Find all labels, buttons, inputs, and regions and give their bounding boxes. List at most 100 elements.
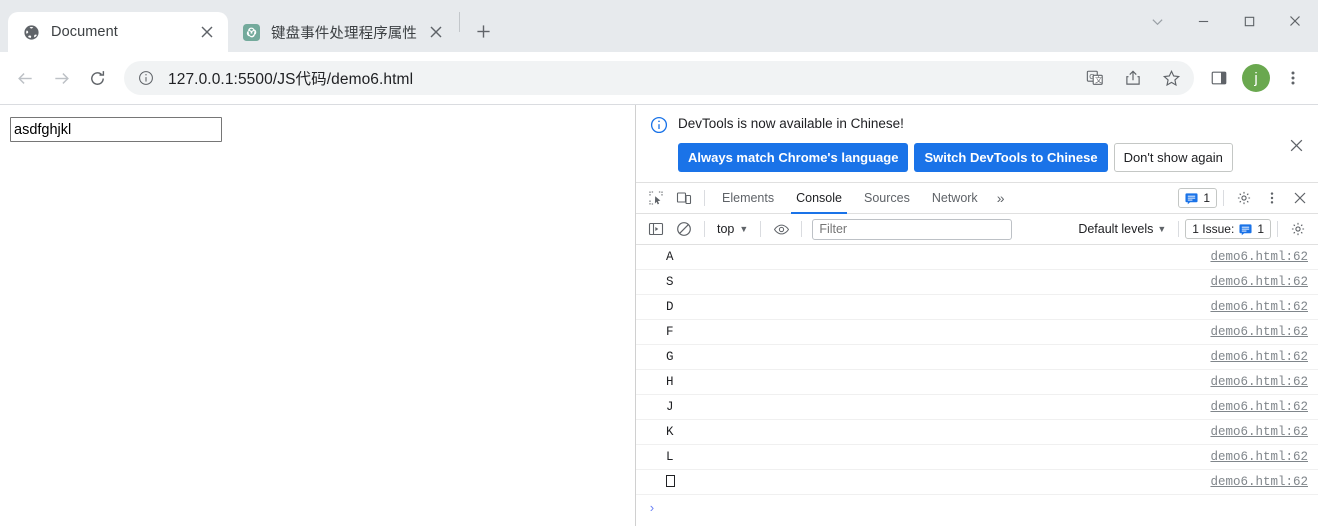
more-tabs-button[interactable]: » (989, 183, 1013, 214)
issue-message-icon (1185, 192, 1198, 204)
banner-body: DevTools is now available in Chinese! Al… (678, 115, 1306, 172)
globe-icon (22, 23, 40, 41)
devtools-language-banner: DevTools is now available in Chinese! Al… (636, 105, 1318, 183)
issue-message-icon (1239, 223, 1252, 235)
clear-console-icon[interactable] (670, 216, 698, 242)
console-message-row[interactable]: Ddemo6.html:62 (636, 295, 1318, 320)
console-source-link[interactable]: demo6.html:62 (1210, 300, 1310, 314)
console-message-text: H (666, 375, 674, 389)
tab-strip: Document 键盘事件处理程序属性 (0, 0, 1318, 52)
reload-button[interactable] (80, 61, 114, 95)
chevron-down-icon: ▼ (739, 224, 749, 234)
translate-icon[interactable]: G 文 (1078, 61, 1112, 95)
browser-tab-document[interactable]: Document (8, 12, 228, 52)
issues-count: 1 (1203, 191, 1210, 205)
share-icon[interactable] (1116, 61, 1150, 95)
divider (704, 190, 705, 206)
side-panel-icon[interactable] (1202, 61, 1236, 95)
console-filter-input[interactable] (812, 218, 1013, 240)
console-message-text: A (666, 250, 674, 264)
device-toolbar-icon[interactable] (670, 185, 698, 211)
browser-menu-button[interactable] (1276, 61, 1310, 95)
context-label: top (717, 222, 735, 236)
tab-network[interactable]: Network (921, 183, 989, 214)
bookmark-star-icon[interactable] (1154, 61, 1188, 95)
browser-tab-keyboard-events[interactable]: 键盘事件处理程序属性 (228, 12, 457, 52)
dont-show-again-button[interactable]: Don't show again (1113, 143, 1233, 172)
console-source-link[interactable]: demo6.html:62 (1210, 275, 1310, 289)
inspect-element-icon[interactable] (642, 185, 670, 211)
switch-devtools-to-chinese-button[interactable]: Switch DevTools to Chinese (914, 143, 1108, 172)
divider (1178, 221, 1180, 237)
console-source-link[interactable]: demo6.html:62 (1210, 475, 1310, 489)
close-icon[interactable] (196, 21, 218, 43)
divider (801, 221, 803, 237)
info-icon (650, 116, 668, 134)
forward-button[interactable] (44, 61, 78, 95)
omnibox-actions: G 文 (1078, 61, 1188, 95)
console-message-row[interactable]: demo6.html:62 (636, 470, 1318, 495)
issues-count: 1 (1257, 222, 1264, 236)
devtools-kebab-menu[interactable] (1258, 185, 1286, 211)
browser-window: Document 键盘事件处理程序属性 127.0.0.1:5500/JS代码/… (0, 0, 1318, 526)
close-devtools-icon[interactable] (1286, 185, 1314, 211)
tab-divider (459, 11, 460, 32)
tab-console[interactable]: Console (785, 183, 853, 214)
gear-icon[interactable] (1230, 185, 1258, 211)
text-input[interactable] (10, 117, 222, 142)
console-prompt[interactable]: › (636, 495, 1318, 521)
close-icon[interactable] (1286, 135, 1306, 155)
new-tab-button[interactable] (468, 16, 498, 46)
live-expression-icon[interactable] (767, 216, 795, 242)
address-bar[interactable]: 127.0.0.1:5500/JS代码/demo6.html G 文 (124, 61, 1194, 95)
banner-message: DevTools is now available in Chinese! (678, 116, 904, 131)
always-match-language-button[interactable]: Always match Chrome's language (678, 143, 909, 172)
console-message-list[interactable]: Ademo6.html:62 Sdemo6.html:62 Ddemo6.html:… (636, 245, 1318, 526)
minimize-icon[interactable] (1180, 0, 1226, 42)
back-button[interactable] (8, 61, 42, 95)
profile-avatar[interactable]: j (1242, 64, 1270, 92)
devtools-panel: DevTools is now available in Chinese! Al… (636, 105, 1318, 526)
console-message-row[interactable]: Jdemo6.html:62 (636, 395, 1318, 420)
console-message-text: D (666, 300, 674, 314)
maximize-icon[interactable] (1226, 0, 1272, 42)
devtools-tab-bar: Elements Console Sources Network » 1 (636, 183, 1318, 214)
console-source-link[interactable]: demo6.html:62 (1210, 350, 1310, 364)
console-source-link[interactable]: demo6.html:62 (1210, 425, 1310, 439)
console-source-link[interactable]: demo6.html:62 (1210, 325, 1310, 339)
banner-buttons: Always match Chrome's language Switch De… (678, 143, 1306, 172)
console-source-link[interactable]: demo6.html:62 (1210, 400, 1310, 414)
console-message-row[interactable]: Hdemo6.html:62 (636, 370, 1318, 395)
tab-title: Document (51, 24, 118, 40)
execution-context-selector[interactable]: top ▼ (711, 218, 754, 240)
chevron-down-icon[interactable] (1134, 0, 1180, 42)
log-levels-label: Default levels (1078, 222, 1154, 236)
console-sidebar-icon[interactable] (642, 216, 670, 242)
console-source-link[interactable]: demo6.html:62 (1210, 450, 1310, 464)
console-message-text: S (666, 275, 674, 289)
tab-elements[interactable]: Elements (711, 183, 785, 214)
console-message-text (666, 475, 1210, 489)
divider (1223, 190, 1224, 206)
console-message-row[interactable]: Gdemo6.html:62 (636, 345, 1318, 370)
console-message-row[interactable]: Ademo6.html:62 (636, 245, 1318, 270)
console-source-link[interactable]: demo6.html:62 (1210, 375, 1310, 389)
site-info-icon[interactable] (136, 68, 156, 88)
tab-sources[interactable]: Sources (853, 183, 921, 214)
issues-badge[interactable]: 1 (1178, 188, 1217, 208)
console-message-row[interactable]: Ldemo6.html:62 (636, 445, 1318, 470)
console-message-row[interactable]: Kdemo6.html:62 (636, 420, 1318, 445)
close-icon[interactable] (1272, 0, 1318, 42)
log-levels-selector[interactable]: Default levels ▼ (1072, 222, 1172, 236)
console-issues-badge[interactable]: 1 Issue: 1 (1185, 219, 1271, 239)
tab-title: 键盘事件处理程序属性 (271, 25, 417, 42)
console-source-link[interactable]: demo6.html:62 (1210, 250, 1310, 264)
unrendered-glyph-icon (666, 475, 675, 487)
close-icon[interactable] (425, 21, 447, 43)
console-message-text: K (666, 425, 674, 439)
page-viewport (0, 105, 635, 526)
console-message-text: J (666, 400, 674, 414)
console-message-row[interactable]: Fdemo6.html:62 (636, 320, 1318, 345)
console-message-row[interactable]: Sdemo6.html:62 (636, 270, 1318, 295)
console-settings-icon[interactable] (1284, 216, 1312, 242)
